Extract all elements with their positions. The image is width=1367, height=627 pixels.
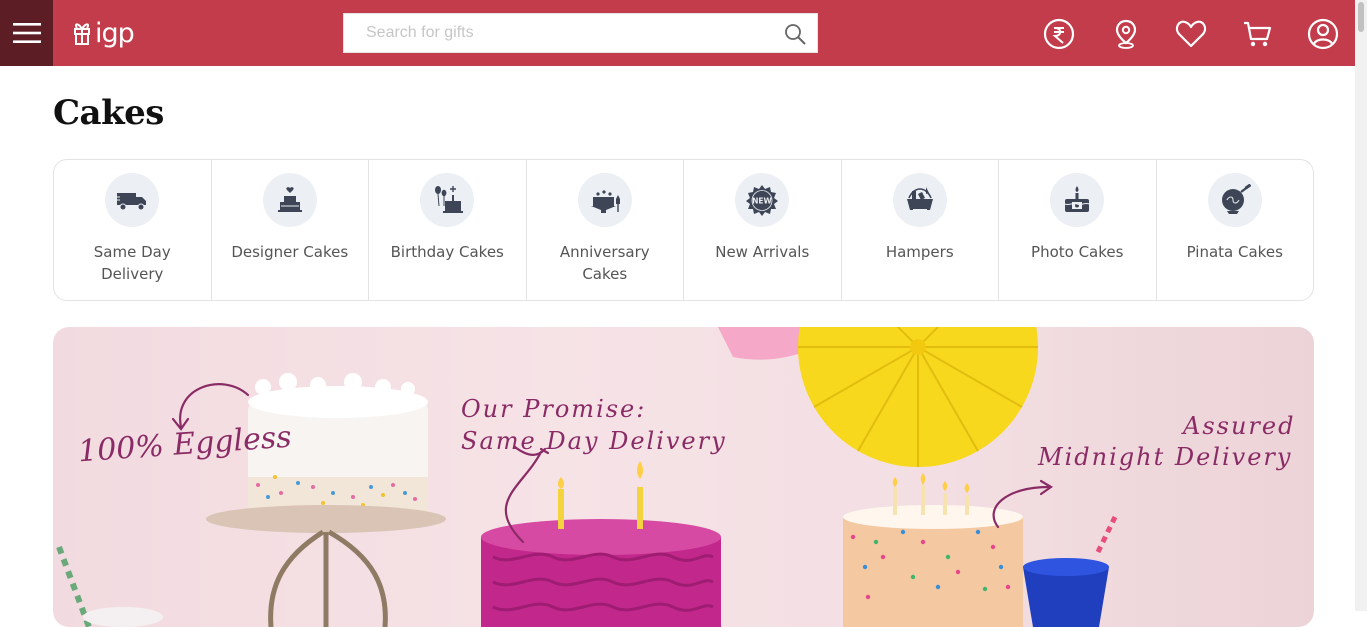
category-same-day-delivery[interactable]: Same Day Delivery [54, 160, 212, 300]
category-designer-cakes[interactable]: Designer Cakes [212, 160, 369, 300]
category-label: New Arrivals [715, 243, 810, 261]
heart-icon [1175, 20, 1207, 48]
banner-illustration [56, 327, 1118, 627]
category-strip: Same Day Delivery Designer Cakes Birthda… [53, 159, 1314, 301]
new-badge-icon: NEW [746, 185, 779, 216]
birthday-cake-icon [435, 186, 464, 213]
search-icon[interactable] [783, 22, 807, 46]
sprinkle-cake [843, 473, 1023, 627]
category-label: Hampers [885, 243, 954, 261]
hamburger-menu-button[interactable] [0, 0, 53, 66]
logo-text: igp [95, 17, 135, 49]
wishlist-button[interactable] [1175, 18, 1207, 50]
category-label: Anniversary Cakes [559, 243, 650, 283]
cart-button[interactable] [1241, 18, 1273, 50]
midnight-caption-line2: Midnight Delivery [1038, 443, 1293, 471]
category-label: Pinata Cakes [1186, 243, 1283, 261]
page-scrollbar[interactable] [1355, 0, 1367, 611]
category-label: Photo Cakes [1031, 243, 1124, 261]
location-button[interactable] [1110, 18, 1142, 50]
category-label: Birthday Cakes [390, 243, 504, 261]
category-anniversary-cakes[interactable]: Anniversary Cakes [527, 160, 684, 300]
user-icon [1307, 18, 1339, 50]
photo-cake-icon [1065, 186, 1090, 212]
page-title: Cakes [53, 93, 164, 133]
category-new-arrivals[interactable]: NEW New Arrivals [684, 160, 842, 300]
pinata-cake-icon [1221, 184, 1251, 214]
promo-banner[interactable]: 100% Eggless Our Promise: Same Day Deliv… [53, 327, 1314, 627]
category-hampers[interactable]: Hampers [842, 160, 999, 300]
category-label: Designer Cakes [231, 243, 349, 261]
delivery-truck-icon [115, 193, 147, 211]
gift-logo-icon [74, 23, 90, 45]
striped-straw [56, 545, 163, 627]
promise-caption-line1: Our Promise: [461, 395, 647, 423]
category-photo-cakes[interactable]: Photo Cakes [999, 160, 1157, 300]
igp-logo[interactable]: igp [72, 15, 142, 51]
rupee-icon [1043, 18, 1075, 50]
svg-text:NEW: NEW [752, 197, 772, 206]
midnight-caption-line1: Assured [1183, 412, 1296, 440]
promise-caption-line2: Same Day Delivery [461, 427, 727, 455]
designer-cake-icon [277, 187, 302, 212]
category-birthday-cakes[interactable]: Birthday Cakes [369, 160, 527, 300]
white-cake [206, 373, 446, 627]
location-icon [1115, 19, 1137, 49]
top-header: igp [0, 0, 1355, 66]
cart-icon [1244, 21, 1272, 47]
yellow-paper-fan [798, 327, 1038, 467]
hamburger-icon [12, 23, 41, 43]
scrollbar-thumb[interactable] [1358, 2, 1364, 32]
hamper-icon [906, 187, 933, 212]
search-bar [343, 13, 818, 53]
category-pinata-cakes[interactable]: Pinata Cakes [1157, 160, 1314, 300]
account-button[interactable] [1307, 18, 1339, 50]
anniversary-cake-icon [590, 190, 620, 213]
currency-button[interactable] [1043, 18, 1075, 50]
search-input[interactable] [344, 14, 817, 52]
category-label: Same Day Delivery [93, 243, 171, 283]
